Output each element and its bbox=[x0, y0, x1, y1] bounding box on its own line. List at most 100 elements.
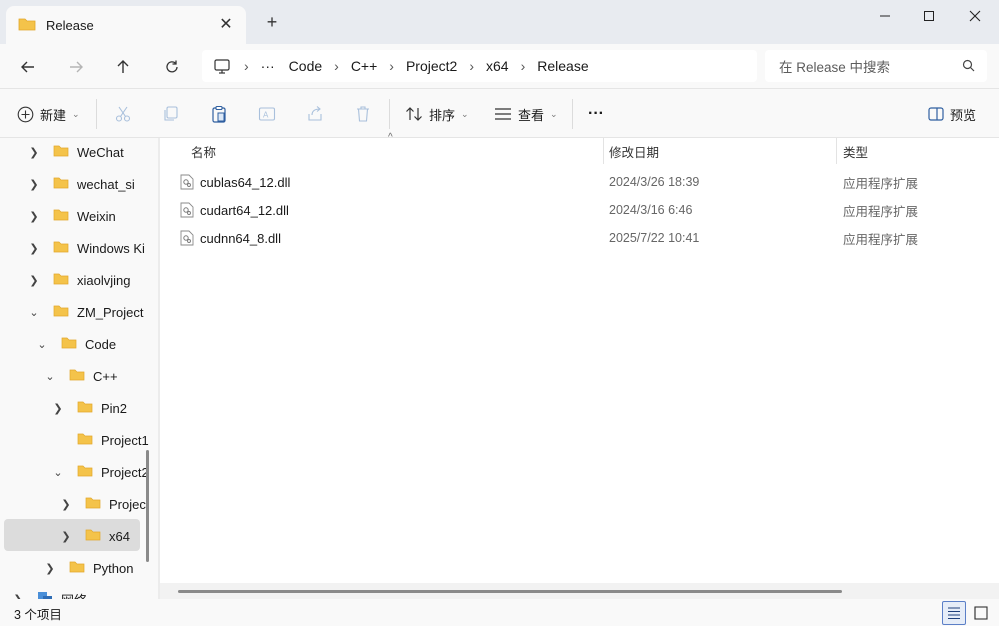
tree-item-xiaolvjing[interactable]: ❯ xiaolvjing bbox=[27, 265, 130, 295]
tree-item-python[interactable]: ❯ Python bbox=[43, 553, 133, 583]
search-placeholder: 在 Release 中搜索 bbox=[779, 60, 891, 75]
share-button[interactable] bbox=[306, 101, 324, 127]
chevron-down-icon[interactable]: ⌄ bbox=[27, 306, 41, 319]
close-tab-icon[interactable]: ✕ bbox=[216, 14, 236, 34]
details-view-button[interactable] bbox=[942, 601, 966, 625]
tree-item-wechat[interactable]: ❯ WeChat bbox=[27, 138, 124, 167]
breadcrumb-code[interactable]: Code bbox=[289, 58, 322, 74]
computer-icon[interactable] bbox=[214, 58, 230, 74]
tree-item-label: C++ bbox=[93, 368, 118, 384]
tiles-view-button[interactable] bbox=[969, 601, 993, 625]
chevron-right-icon[interactable]: ❯ bbox=[27, 210, 41, 223]
column-header-type[interactable]: 类型 bbox=[843, 138, 868, 164]
copy-button[interactable] bbox=[162, 101, 180, 127]
file-date: 2025/7/22 10:41 bbox=[609, 231, 700, 245]
chevron-right-icon[interactable]: ❯ bbox=[59, 498, 73, 511]
tree-item-cpp[interactable]: ⌄ C++ bbox=[43, 361, 118, 391]
details-view-icon bbox=[948, 607, 960, 620]
share-icon bbox=[308, 106, 322, 121]
folder-icon bbox=[53, 144, 69, 160]
tree-item-project2[interactable]: ⌄ Project2 bbox=[51, 457, 149, 487]
horizontal-scrollbar[interactable] bbox=[160, 583, 999, 599]
minimize-button[interactable] bbox=[862, 0, 908, 32]
chevron-down-icon[interactable]: ⌄ bbox=[35, 338, 49, 351]
chevron-down-icon: ⌄ bbox=[461, 108, 469, 119]
chevron-right-icon[interactable]: ❯ bbox=[27, 146, 41, 159]
folder-icon bbox=[53, 304, 69, 320]
address-row: › ··· Code › C++ › Project2 › x64 › Rele… bbox=[0, 44, 999, 88]
tree-item-network[interactable]: ❯ 网络 bbox=[11, 584, 87, 599]
file-name: cublas64_12.dll bbox=[200, 174, 291, 190]
folder-icon bbox=[53, 240, 69, 256]
preview-button[interactable]: 预览 bbox=[928, 101, 976, 127]
maximize-button[interactable] bbox=[906, 0, 952, 32]
folder-icon bbox=[53, 208, 69, 224]
sort-button[interactable]: 排序 ⌄ bbox=[405, 101, 469, 127]
breadcrumb-release[interactable]: Release bbox=[537, 58, 588, 74]
tree-item-weixin[interactable]: ❯ Weixin bbox=[27, 201, 115, 231]
breadcrumb-x64[interactable]: x64 bbox=[486, 58, 509, 74]
new-tab-button[interactable]: + bbox=[262, 12, 282, 32]
rename-button[interactable]: A bbox=[258, 101, 276, 127]
chevron-down-icon[interactable]: ⌄ bbox=[51, 466, 65, 479]
paste-icon bbox=[212, 105, 226, 123]
chevron-right-icon[interactable]: › bbox=[469, 58, 474, 74]
tree-item-pin2[interactable]: ❯ Pin2 bbox=[51, 393, 127, 423]
column-separator[interactable] bbox=[603, 138, 604, 164]
chevron-right-icon[interactable]: › bbox=[334, 58, 339, 74]
up-button[interactable] bbox=[108, 52, 138, 82]
tree-item-label: Project2 bbox=[101, 464, 149, 480]
chevron-right-icon[interactable]: › bbox=[389, 58, 394, 74]
tree-item-windows-kits[interactable]: ❯ Windows Ki bbox=[27, 233, 145, 263]
tree-item-x64[interactable]: ❯ x64 bbox=[59, 521, 130, 551]
tab-release[interactable]: Release ✕ bbox=[6, 6, 246, 44]
close-window-button[interactable] bbox=[952, 0, 998, 32]
file-name-cell: cudart64_12.dll bbox=[180, 196, 289, 224]
chevron-down-icon[interactable]: ⌄ bbox=[43, 370, 57, 383]
tree-item-label: WeChat bbox=[77, 144, 124, 160]
chevron-right-icon[interactable]: ❯ bbox=[51, 402, 65, 415]
forward-button[interactable] bbox=[61, 52, 91, 82]
tree-item-zm-project[interactable]: ⌄ ZM_Project bbox=[27, 297, 143, 327]
sort-label: 排序 bbox=[429, 107, 456, 123]
paste-button[interactable] bbox=[210, 101, 228, 127]
tree-item-wechat-si[interactable]: ❯ wechat_si bbox=[27, 169, 134, 199]
chevron-right-icon[interactable]: › bbox=[521, 58, 526, 74]
file-row[interactable]: cudnn64_8.dll 2025/7/22 10:41 应用程序扩展 bbox=[160, 224, 999, 252]
delete-button[interactable] bbox=[354, 101, 372, 127]
preview-pane-icon bbox=[928, 107, 944, 121]
breadcrumb-cpp[interactable]: C++ bbox=[351, 58, 377, 74]
folder-icon bbox=[53, 176, 69, 192]
item-count: 3 个项目 bbox=[14, 608, 62, 622]
tiles-view-icon bbox=[974, 606, 988, 620]
tree-item-project1[interactable]: Project1 bbox=[51, 425, 149, 455]
column-header-date[interactable]: 修改日期 bbox=[609, 138, 659, 164]
file-row[interactable]: cublas64_12.dll 2024/3/26 18:39 应用程序扩展 bbox=[160, 168, 999, 196]
chevron-right-icon[interactable]: ❯ bbox=[27, 178, 41, 191]
cut-button[interactable] bbox=[114, 101, 132, 127]
file-row[interactable]: cudart64_12.dll 2024/3/16 6:46 应用程序扩展 bbox=[160, 196, 999, 224]
search-input[interactable]: 在 Release 中搜索 bbox=[765, 50, 987, 82]
chevron-right-icon[interactable]: ❯ bbox=[27, 242, 41, 255]
back-button[interactable] bbox=[13, 52, 43, 82]
chevron-right-icon[interactable]: ❯ bbox=[43, 562, 57, 575]
refresh-button[interactable] bbox=[157, 52, 187, 82]
breadcrumb-overflow[interactable]: ··· bbox=[261, 58, 275, 74]
tree-item-code[interactable]: ⌄ Code bbox=[35, 329, 116, 359]
chevron-right-icon[interactable]: › bbox=[244, 58, 249, 74]
breadcrumb-project2[interactable]: Project2 bbox=[406, 58, 457, 74]
sidebar-scrollbar[interactable] bbox=[146, 450, 149, 562]
tab-title: Release bbox=[46, 17, 94, 33]
scrollbar-thumb[interactable] bbox=[178, 590, 842, 593]
more-options-button[interactable]: ··· bbox=[588, 101, 604, 127]
chevron-right-icon[interactable]: ❯ bbox=[27, 274, 41, 287]
view-button[interactable]: 查看 ⌄ bbox=[494, 101, 558, 127]
column-header-name[interactable]: 名称 bbox=[191, 138, 216, 164]
search-icon bbox=[962, 59, 975, 75]
column-separator[interactable] bbox=[836, 138, 837, 164]
tree-item-projec[interactable]: ❯ Projec bbox=[59, 489, 145, 519]
new-button[interactable]: 新建 ⌄ bbox=[17, 101, 80, 127]
chevron-right-icon[interactable]: ❯ bbox=[59, 530, 73, 543]
divider bbox=[96, 99, 97, 129]
breadcrumb[interactable]: › ··· Code › C++ › Project2 › x64 › Rele… bbox=[202, 50, 757, 82]
